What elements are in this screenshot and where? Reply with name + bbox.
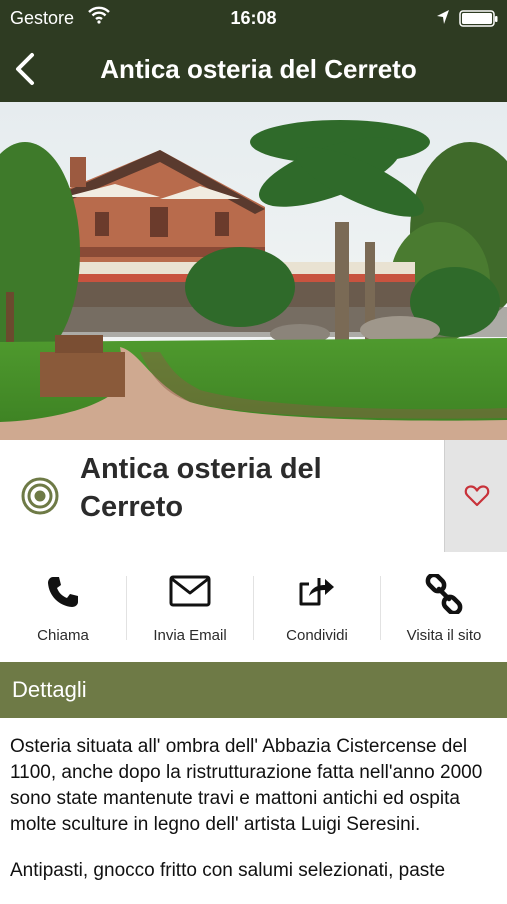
email-label: Invia Email [153, 627, 227, 644]
share-label: Condividi [286, 627, 348, 644]
navigation-bar: Antica osteria del Cerreto [0, 36, 507, 102]
section-title: Dettagli [12, 677, 87, 702]
heart-icon [464, 485, 490, 507]
clock: 16:08 [230, 8, 277, 28]
favorite-button[interactable] [444, 440, 507, 552]
target-icon [20, 476, 60, 521]
share-icon [254, 574, 380, 614]
description-paragraph: Antipasti, gnocco fritto con salumi sele… [10, 860, 446, 881]
chevron-left-icon [16, 53, 34, 85]
place-name: Antica osteria del Cerreto [80, 453, 322, 523]
phone-icon [0, 574, 126, 614]
details-text: Osteria situata all' ombra dell' Abbazia… [10, 734, 498, 904]
share-button[interactable]: Condividi [254, 560, 380, 660]
call-button[interactable]: Chiama [0, 560, 126, 660]
description-paragraph: Osteria situata all' ombra dell' Abbazia… [10, 736, 483, 835]
call-label: Chiama [37, 627, 89, 644]
place-header: Antica osteria del Cerreto [0, 440, 507, 552]
back-button[interactable] [10, 50, 44, 88]
page-title: Antica osteria del Cerreto [100, 54, 417, 84]
details-section-header: Dettagli [0, 662, 507, 718]
battery-icon [459, 10, 499, 33]
hero-photo [0, 102, 507, 440]
action-row: Chiama Invia Email Condividi Visita il s… [0, 560, 507, 660]
envelope-icon [127, 574, 253, 614]
location-arrow-icon [436, 9, 450, 30]
status-bar: Gestore 16:08 [0, 0, 507, 36]
email-button[interactable]: Invia Email [127, 560, 253, 660]
link-icon [381, 574, 507, 614]
website-label: Visita il sito [406, 627, 482, 644]
visit-website-button[interactable]: Visita il sito [381, 560, 507, 660]
